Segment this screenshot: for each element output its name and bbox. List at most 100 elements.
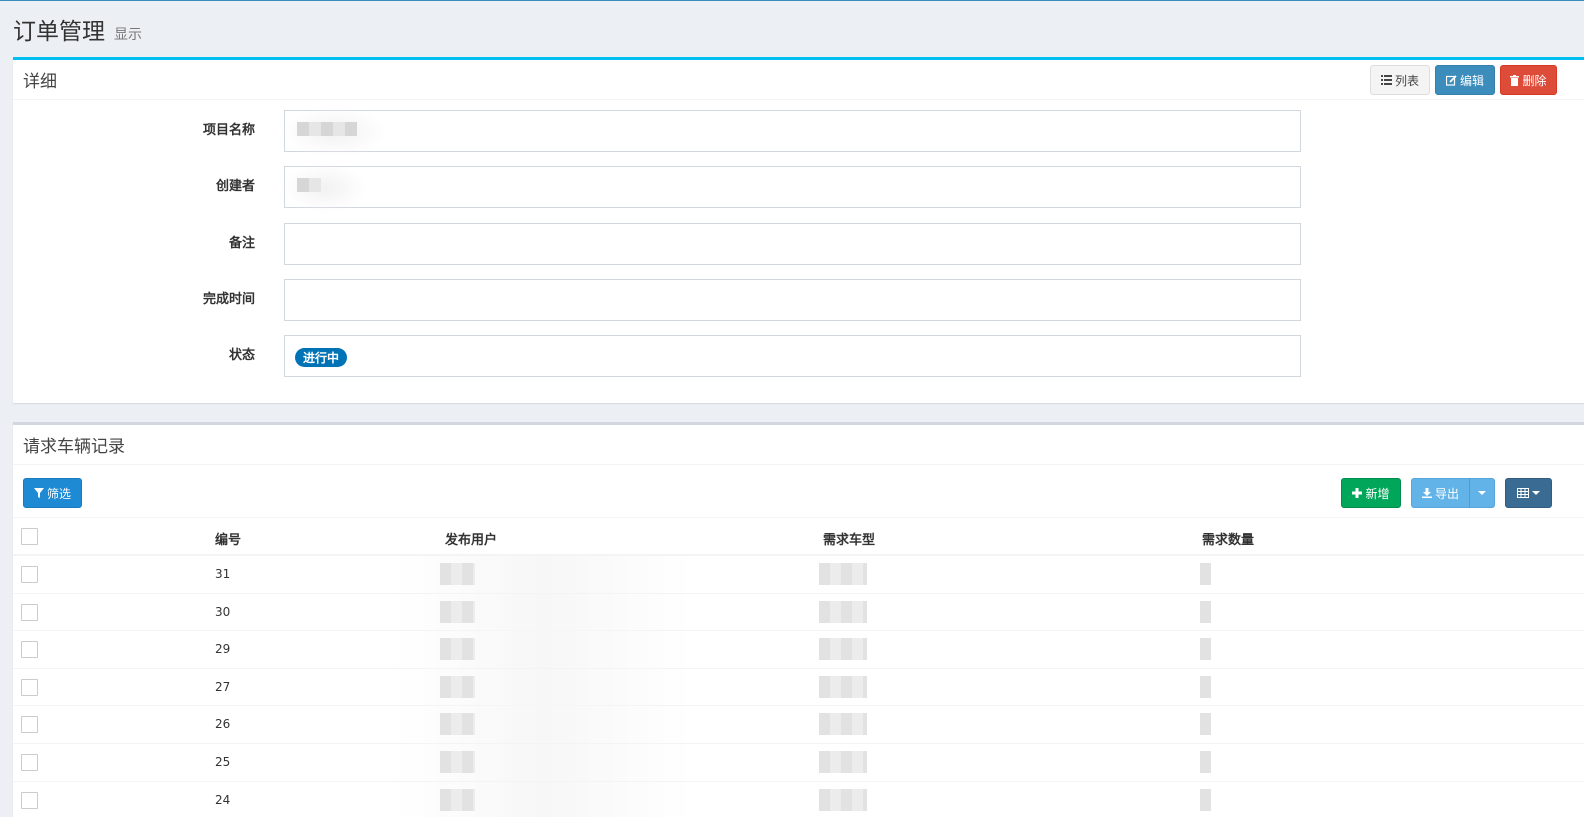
page-header: 订单管理 显示 xyxy=(13,12,142,46)
select-all-checkbox[interactable] xyxy=(21,528,38,545)
status-badge: 进行中 xyxy=(295,348,348,367)
chevron-down-icon xyxy=(1532,491,1540,495)
filter-button[interactable]: 筛选 xyxy=(23,478,82,508)
records-header: 请求车辆记录 xyxy=(13,425,1584,465)
filter-button-label: 筛选 xyxy=(46,486,71,501)
redacted-area xyxy=(393,668,693,706)
list-button-label: 列表 xyxy=(1394,73,1419,88)
field-value-box xyxy=(284,223,1301,265)
redacted-quantity xyxy=(1200,750,1211,773)
field-status: 状态 进行中 xyxy=(13,335,1584,377)
field-value-box: 进行中 xyxy=(284,335,1301,377)
table-row: 24 xyxy=(13,781,1584,817)
delete-button-label: 删除 xyxy=(1522,73,1547,88)
list-icon xyxy=(1380,75,1392,85)
redacted-quantity xyxy=(1200,788,1211,811)
redacted-area xyxy=(393,706,693,744)
download-icon xyxy=(1421,488,1432,498)
redacted-user xyxy=(440,788,475,811)
field-label: 状态 xyxy=(228,348,255,363)
field-value-box xyxy=(283,163,1301,213)
edit-button[interactable]: 编辑 xyxy=(1435,65,1495,95)
column-header-user[interactable]: 发布用户 xyxy=(445,529,497,548)
cell-id: 26 xyxy=(215,717,231,732)
redacted-quantity xyxy=(1200,675,1211,698)
cell-id: 29 xyxy=(215,642,231,657)
redacted-area xyxy=(393,631,693,669)
cell-id: 25 xyxy=(215,754,231,769)
add-button[interactable]: 新增 xyxy=(1341,478,1401,508)
table-row: 30 xyxy=(13,593,1584,632)
row-checkbox[interactable] xyxy=(21,641,38,659)
field-project-name: 项目名称 xyxy=(13,107,1584,157)
redacted-quantity xyxy=(1200,638,1211,661)
redacted-vehicle xyxy=(819,675,867,698)
field-value-box xyxy=(284,279,1301,321)
redacted-vehicle xyxy=(819,788,867,811)
row-checkbox[interactable] xyxy=(21,753,38,771)
trash-icon xyxy=(1510,74,1520,86)
top-border xyxy=(0,0,1584,1)
list-button[interactable]: 列表 xyxy=(1370,65,1430,95)
redacted-vehicle xyxy=(819,563,867,585)
records-panel: 请求车辆记录 筛选 新增 导出 编号 发布用户 需求车型 需求数量 31 30 … xyxy=(13,422,1584,817)
row-checkbox[interactable] xyxy=(21,678,38,696)
row-checkbox[interactable] xyxy=(21,716,38,734)
field-finish-time: 完成时间 xyxy=(13,279,1584,321)
plus-icon xyxy=(1352,488,1363,498)
columns-toggle-button[interactable] xyxy=(1505,478,1552,508)
row-checkbox[interactable] xyxy=(21,566,38,583)
redacted-value xyxy=(297,178,321,192)
redacted-quantity xyxy=(1200,600,1211,623)
redacted-user xyxy=(440,600,475,623)
cell-id: 24 xyxy=(215,792,231,807)
edit-button-label: 编辑 xyxy=(1459,73,1484,88)
column-header-quantity[interactable]: 需求数量 xyxy=(1202,529,1254,548)
redacted-vehicle xyxy=(819,600,867,623)
table-row: 26 xyxy=(13,706,1584,744)
page-title: 订单管理 xyxy=(13,19,105,45)
table-row: 25 xyxy=(13,743,1584,782)
delete-button[interactable]: 删除 xyxy=(1500,65,1557,95)
field-label: 完成时间 xyxy=(202,292,255,307)
records-toolbar: 筛选 新增 导出 xyxy=(13,468,1584,518)
field-label: 项目名称 xyxy=(202,123,255,138)
table-grid-icon xyxy=(1517,488,1529,498)
redacted-quantity xyxy=(1200,713,1211,736)
redacted-vehicle xyxy=(819,713,867,736)
redacted-vehicle xyxy=(819,750,867,773)
field-value-box xyxy=(283,107,1301,157)
filter-icon xyxy=(33,488,44,498)
field-remark: 备注 xyxy=(13,223,1584,265)
field-creator: 创建者 xyxy=(13,163,1584,213)
redacted-user xyxy=(440,638,475,661)
field-label: 备注 xyxy=(228,236,255,251)
redacted-area xyxy=(283,163,367,213)
redacted-value xyxy=(297,122,357,136)
edit-icon xyxy=(1445,74,1457,86)
redacted-user xyxy=(440,563,475,585)
detail-title: 详细 xyxy=(23,72,57,92)
redacted-area xyxy=(393,593,693,631)
cell-id: 31 xyxy=(215,567,231,581)
export-dropdown-toggle[interactable] xyxy=(1469,478,1495,508)
cell-id: 27 xyxy=(215,679,231,694)
redacted-area xyxy=(393,743,693,781)
column-header-vehicle-type[interactable]: 需求车型 xyxy=(823,529,875,548)
table-row: 31 xyxy=(13,556,1584,594)
column-header-id[interactable]: 编号 xyxy=(215,529,241,548)
export-button[interactable]: 导出 xyxy=(1411,478,1470,508)
detail-panel: 详细 列表 编辑 删除 项目名称 创建者 备注 完成时间 状态 进行中 xyxy=(13,57,1584,403)
page-subtitle: 显示 xyxy=(114,27,142,43)
redacted-area xyxy=(393,781,693,817)
table-row: 29 xyxy=(13,631,1584,669)
cell-id: 30 xyxy=(215,604,231,619)
row-checkbox[interactable] xyxy=(21,791,38,809)
redacted-user xyxy=(440,713,475,736)
redacted-quantity xyxy=(1200,563,1211,585)
redacted-area xyxy=(393,556,693,593)
row-checkbox[interactable] xyxy=(21,603,38,621)
table-header-row: 编号 发布用户 需求车型 需求数量 xyxy=(13,518,1584,556)
redacted-vehicle xyxy=(819,638,867,661)
export-button-label: 导出 xyxy=(1434,486,1459,501)
